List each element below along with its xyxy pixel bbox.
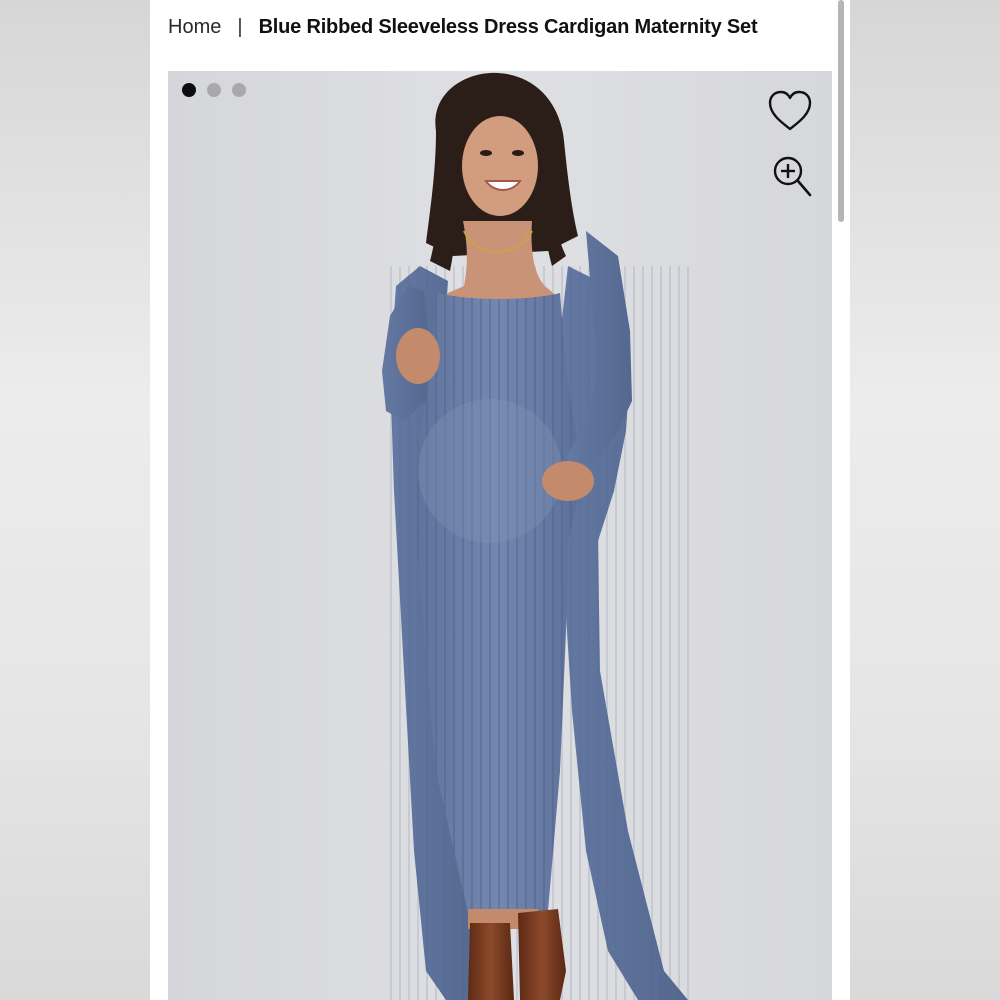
zoom-button[interactable] — [772, 155, 814, 199]
pagination-dot-3[interactable] — [232, 83, 246, 97]
breadcrumb-home-link[interactable]: Home — [168, 16, 221, 39]
left-backdrop — [0, 0, 150, 1000]
heart-icon — [768, 90, 812, 131]
image-pagination-dots — [182, 83, 246, 97]
product-image-gallery[interactable] — [168, 71, 832, 1000]
pagination-dot-2[interactable] — [207, 83, 221, 97]
pagination-dot-1[interactable] — [182, 83, 196, 97]
breadcrumb: Home | Blue Ribbed Sleeveless Dress Card… — [168, 12, 758, 42]
right-backdrop — [850, 0, 1000, 1000]
product-photo — [168, 71, 832, 1000]
zoom-in-icon — [773, 156, 812, 197]
breadcrumb-separator: | — [237, 15, 243, 38]
product-page: Home | Blue Ribbed Sleeveless Dress Card… — [150, 0, 850, 1000]
breadcrumb-current-page: Blue Ribbed Sleeveless Dress Cardigan Ma… — [258, 15, 758, 38]
scrollbar-thumb[interactable] — [838, 0, 844, 222]
wishlist-button[interactable] — [766, 89, 814, 133]
